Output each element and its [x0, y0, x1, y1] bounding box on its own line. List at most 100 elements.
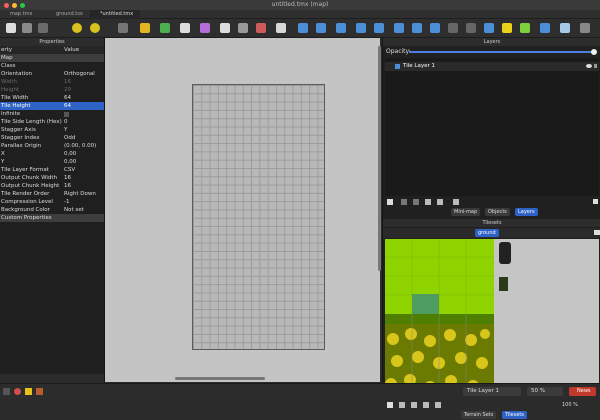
duplicate-layer-icon[interactable]	[425, 199, 431, 205]
property-row[interactable]: Map	[0, 54, 104, 62]
property-value[interactable]: Right Down	[64, 190, 96, 198]
undo-icon[interactable]	[72, 23, 82, 33]
property-row[interactable]: Custom Properties	[0, 214, 104, 222]
flip-icon[interactable]	[520, 23, 530, 33]
current-layer-select[interactable]: Tile Layer 1	[463, 387, 521, 396]
warning-icon[interactable]	[25, 388, 32, 395]
property-row[interactable]: Tile Side Length (Hex) 0	[0, 118, 104, 126]
property-row[interactable]: Width 16	[0, 78, 104, 86]
edit-polygons-icon[interactable]	[316, 23, 326, 33]
tileset-image[interactable]	[385, 239, 494, 397]
character-sprite-1[interactable]	[499, 242, 511, 264]
delete-layer-icon[interactable]	[437, 199, 443, 205]
same-tile-select-icon[interactable]	[276, 23, 286, 33]
property-value[interactable]: CSV	[64, 166, 75, 174]
rotate-icon[interactable]	[540, 23, 550, 33]
layer-menu-icon[interactable]	[593, 199, 598, 204]
minimize-window-button[interactable]	[12, 3, 17, 8]
wangset-icon[interactable]	[502, 23, 512, 33]
close-window-button[interactable]	[4, 3, 9, 8]
property-row[interactable]: Height 20	[0, 86, 104, 94]
lower-layer-icon[interactable]	[413, 199, 419, 205]
remove-tileset-icon[interactable]	[435, 402, 441, 408]
property-row[interactable]: Stagger Index Odd	[0, 134, 104, 142]
open-file-icon[interactable]	[22, 23, 32, 33]
property-value[interactable]: 16	[64, 78, 71, 86]
property-row[interactable]: Output Chunk Width 16	[0, 174, 104, 182]
property-row[interactable]: Y 0,00	[0, 158, 104, 166]
shape-fill-icon[interactable]	[200, 23, 210, 33]
property-value[interactable]: 16	[64, 174, 71, 182]
issues-icon[interactable]	[36, 388, 43, 395]
property-row[interactable]: Tile Height 64	[0, 102, 104, 110]
raise-layer-icon[interactable]	[401, 199, 407, 205]
zoom-window-button[interactable]	[20, 3, 25, 8]
bucket-fill-icon[interactable]	[180, 23, 190, 33]
property-row[interactable]: Tile Render Order Right Down	[0, 190, 104, 198]
property-value[interactable]: 16	[64, 182, 71, 190]
eraser-icon[interactable]	[220, 23, 230, 33]
property-value[interactable]: 0,00	[64, 158, 76, 166]
zoom-select[interactable]: 50 %	[527, 387, 563, 396]
tileset-view[interactable]	[385, 239, 599, 399]
tab-mini-map[interactable]: Mini-map	[451, 208, 481, 216]
layer-visibility-icon[interactable]	[586, 64, 592, 68]
news-button[interactable]: News	[569, 387, 596, 396]
insert-text-icon[interactable]	[448, 23, 458, 33]
tileset-tab-ground[interactable]: ground	[475, 229, 499, 237]
rect-select-icon[interactable]	[238, 23, 248, 33]
tab-untitled-tmx[interactable]: *untitled.tmx	[90, 10, 140, 19]
insert-tile-icon[interactable]	[412, 23, 422, 33]
terrain-brush-icon[interactable]	[160, 23, 170, 33]
property-row[interactable]: Tile Width 64	[0, 94, 104, 102]
magic-wand-icon[interactable]	[256, 23, 266, 33]
toolbar-more-icon[interactable]	[580, 23, 590, 33]
character-sprite-2[interactable]	[499, 277, 508, 291]
new-tileset-icon[interactable]	[387, 402, 393, 408]
export-tileset-icon[interactable]	[411, 402, 417, 408]
property-row[interactable]: Compression Level -1	[0, 198, 104, 206]
property-row[interactable]: Output Chunk Height 16	[0, 182, 104, 190]
world-tool-icon[interactable]	[466, 23, 476, 33]
new-layer-icon[interactable]	[387, 199, 393, 205]
error-icon[interactable]	[14, 388, 21, 395]
property-value[interactable]: Odd	[64, 134, 75, 142]
opacity-slider-handle[interactable]	[591, 49, 597, 55]
insert-template-icon[interactable]	[430, 23, 440, 33]
map-canvas[interactable]	[104, 38, 381, 382]
layer-row-tile-layer-1[interactable]: Tile Layer 1	[385, 62, 599, 71]
dock-toggle-icon[interactable]	[3, 388, 10, 395]
property-row[interactable]: Tile Layer Format CSV	[0, 166, 104, 174]
property-value[interactable]: Y	[64, 126, 67, 134]
tab-terrain-sets[interactable]: Terrain Sets	[461, 411, 497, 419]
layer-props-icon[interactable]	[453, 199, 459, 205]
stamp-brush-icon[interactable]	[140, 23, 150, 33]
highlight-layer-icon[interactable]	[560, 23, 570, 33]
edit-tileset-icon[interactable]	[423, 402, 429, 408]
property-row[interactable]: X 0,00	[0, 150, 104, 158]
property-value[interactable]: 20	[64, 86, 71, 94]
tab-layers[interactable]: Layers	[515, 208, 538, 216]
select-objects-icon[interactable]	[298, 23, 308, 33]
tab-tilesets[interactable]: Tilesets	[502, 411, 528, 419]
tileset-zoom[interactable]: 100 %	[556, 401, 593, 409]
tab-objects[interactable]: Objects	[485, 208, 510, 216]
property-row[interactable]: Background Color Not set	[0, 206, 104, 214]
insert-ellipse-icon[interactable]	[374, 23, 384, 33]
property-value[interactable]: 64	[64, 102, 71, 110]
property-row[interactable]: Infinite	[0, 110, 104, 118]
map-grid[interactable]	[192, 84, 325, 350]
insert-point-icon[interactable]	[356, 23, 366, 33]
property-value[interactable]: 0,00	[64, 150, 76, 158]
grass-tiles[interactable]	[385, 239, 494, 314]
insert-polygon-icon[interactable]	[394, 23, 404, 33]
opacity-slider[interactable]	[409, 51, 595, 53]
property-row[interactable]: Class	[0, 62, 104, 70]
property-row[interactable]: Stagger Axis Y	[0, 126, 104, 134]
infinite-checkbox[interactable]	[64, 112, 69, 117]
property-row[interactable]: Parallax Origin (0.00, 0.00)	[0, 142, 104, 150]
tab-ground-tsx[interactable]: ground.tsx	[46, 10, 90, 19]
random-mode-icon[interactable]	[484, 23, 494, 33]
command-icon[interactable]	[118, 23, 128, 33]
tab-map-tmx[interactable]: map.tmx	[0, 10, 46, 19]
